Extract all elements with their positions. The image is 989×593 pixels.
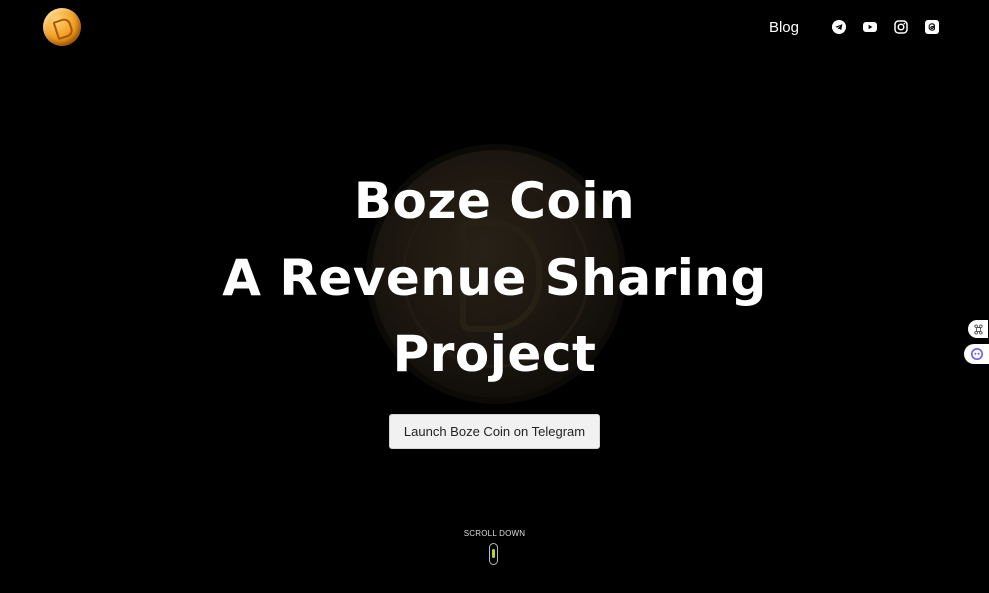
boze-coin-logo-icon[interactable] <box>43 8 81 46</box>
instagram-icon[interactable] <box>894 20 908 34</box>
logo-emblem <box>52 16 75 41</box>
launch-telegram-button[interactable]: Launch Boze Coin on Telegram <box>389 414 600 449</box>
top-nav: Blog <box>769 16 939 38</box>
scroll-down-mouse-icon[interactable] <box>489 543 498 565</box>
threads-icon[interactable] <box>925 20 939 34</box>
hero-title-line-2: A Revenue Sharing <box>222 249 767 307</box>
scroll-down-label: SCROLL DOWN <box>463 529 526 538</box>
hero-title-line-1: Boze Coin <box>353 172 636 230</box>
assistant-icon[interactable] <box>964 344 989 364</box>
page: Blog Boze Coin A Revenue Sharing Project… <box>0 0 989 593</box>
youtube-icon[interactable] <box>863 20 877 34</box>
scroll-wheel-indicator <box>492 549 495 558</box>
telegram-icon[interactable] <box>832 20 846 34</box>
hero-title-line-3: Project <box>392 325 597 383</box>
nav-link-blog[interactable]: Blog <box>769 19 799 36</box>
command-icon[interactable] <box>968 320 988 338</box>
